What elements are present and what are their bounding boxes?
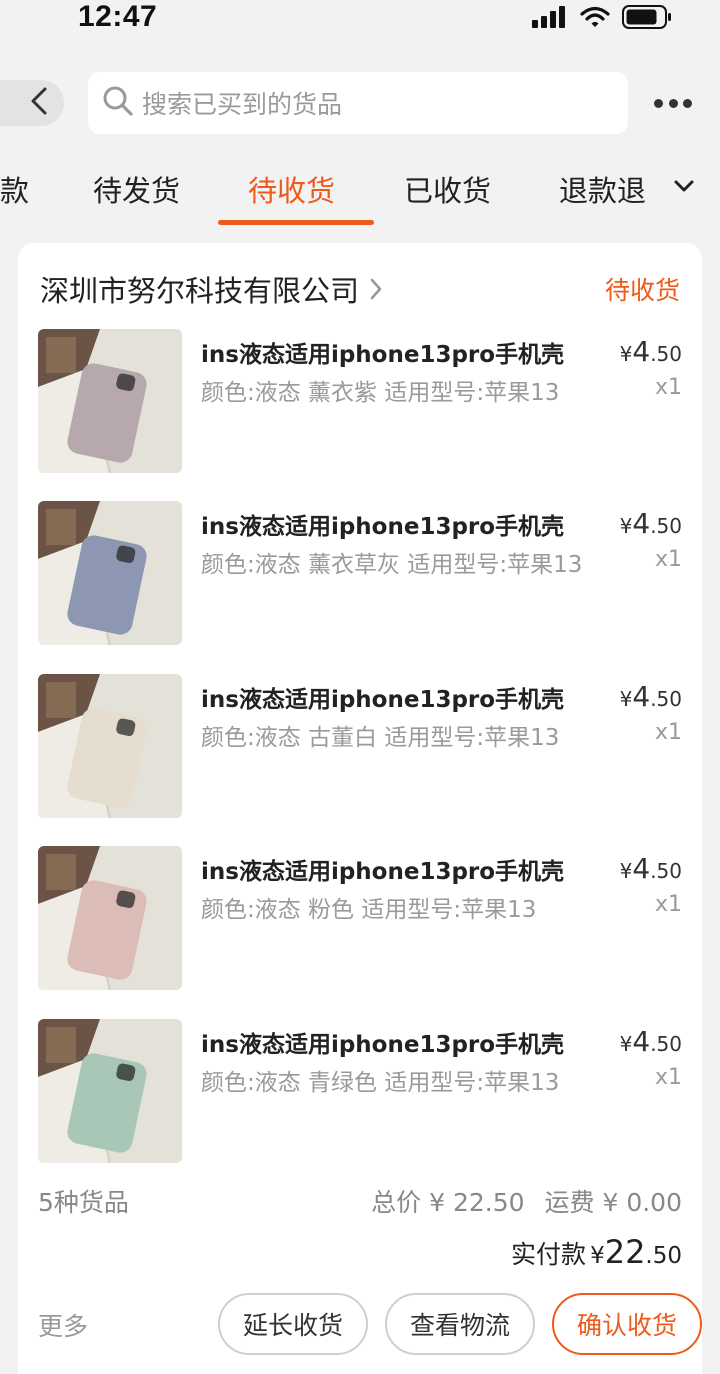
- item-spec: 颜色:液态 薰衣紫 适用型号:苹果13: [201, 380, 560, 406]
- item-price: ¥4.50: [620, 852, 682, 885]
- item-quantity: x1: [654, 375, 682, 400]
- item-quantity: x1: [654, 547, 682, 572]
- price-decimal: .50: [650, 514, 682, 538]
- order-status: 待收货: [604, 276, 680, 305]
- product-thumbnail[interactable]: [38, 501, 182, 645]
- shop-name[interactable]: 深圳市努尔科技有限公司: [40, 268, 359, 310]
- tab-pending-shipment[interactable]: 待发货: [93, 168, 180, 210]
- price-decimal: .50: [650, 1032, 682, 1056]
- paid-integer: 22: [604, 1233, 646, 1271]
- price-symbol: ¥: [619, 342, 633, 366]
- item-spec: 颜色:液态 薰衣草灰 适用型号:苹果13: [201, 552, 583, 578]
- battery-icon: [622, 5, 672, 33]
- product-thumbnail[interactable]: [38, 329, 182, 473]
- price-symbol: ¥: [619, 1032, 633, 1056]
- price-symbol: ¥: [619, 687, 633, 711]
- header: 搜索已买到的货品: [0, 68, 720, 138]
- item-title[interactable]: ins液态适用iphone13pro手机壳: [201, 507, 581, 541]
- total-price: 总价 ¥ 22.50: [371, 1188, 525, 1217]
- search-placeholder: 搜索已买到的货品: [142, 90, 343, 119]
- paid-decimal: .50: [645, 1243, 682, 1269]
- item-count: 5种货品: [38, 1188, 129, 1217]
- price-decimal: .50: [650, 342, 682, 366]
- list-item[interactable]: ins液态适用iphone13pro手机壳颜色:液态 青绿色 适用型号:苹果13…: [38, 1019, 682, 1163]
- item-spec: 颜色:液态 古董白 适用型号:苹果13: [201, 725, 560, 751]
- view-logistics-button[interactable]: 查看物流: [385, 1293, 535, 1355]
- item-title[interactable]: ins液态适用iphone13pro手机壳: [201, 852, 581, 886]
- shop-header[interactable]: 深圳市努尔科技有限公司 待收货: [40, 269, 680, 309]
- item-price: ¥4.50: [620, 335, 682, 368]
- status-time: 12:47: [78, 0, 158, 33]
- price-symbol: ¥: [619, 859, 633, 883]
- tab-refund[interactable]: 退款退: [559, 168, 646, 210]
- chevron-right-icon: [369, 277, 383, 301]
- tab-pending-receipt[interactable]: 待收货: [248, 168, 335, 210]
- paid-label: 实付款: [511, 1240, 587, 1269]
- product-thumbnail[interactable]: [38, 846, 182, 990]
- item-title[interactable]: ins液态适用iphone13pro手机壳: [201, 335, 581, 369]
- chevron-down-icon[interactable]: [672, 174, 696, 198]
- search-input[interactable]: 搜索已买到的货品: [88, 72, 628, 134]
- wifi-icon: [580, 6, 610, 32]
- price-integer: 4: [632, 335, 651, 368]
- item-price: ¥4.50: [620, 680, 682, 713]
- price-decimal: .50: [650, 859, 682, 883]
- back-button[interactable]: [0, 80, 64, 126]
- price-integer: 4: [632, 680, 651, 713]
- item-title[interactable]: ins液态适用iphone13pro手机壳: [201, 680, 581, 714]
- search-icon: [102, 85, 134, 121]
- status-bar: 12:47: [0, 0, 720, 50]
- list-item[interactable]: ins液态适用iphone13pro手机壳颜色:液态 粉色 适用型号:苹果13 ¥…: [38, 846, 682, 990]
- item-price: ¥4.50: [620, 1025, 682, 1058]
- item-spec: 颜色:液态 青绿色 适用型号:苹果13: [201, 1070, 560, 1096]
- order-summary: 5种货品 总价 ¥ 22.50 运费 ¥ 0.00: [38, 1183, 682, 1217]
- price-decimal: .50: [650, 687, 682, 711]
- price-integer: 4: [632, 852, 651, 885]
- item-quantity: x1: [654, 1065, 682, 1090]
- order-card: 深圳市努尔科技有限公司 待收货 ins液态适用iphone13pro手机壳颜色:…: [18, 243, 702, 1374]
- status-icons: [532, 5, 672, 33]
- paid-symbol: ¥: [590, 1243, 605, 1269]
- extend-receipt-button[interactable]: 延长收货: [218, 1293, 368, 1355]
- product-thumbnail[interactable]: [38, 1019, 182, 1163]
- item-spec: 颜色:液态 粉色 适用型号:苹果13: [201, 897, 537, 923]
- signal-icon: [532, 6, 568, 32]
- back-arrow-icon: [30, 87, 48, 119]
- product-thumbnail[interactable]: [38, 674, 182, 818]
- list-item[interactable]: ins液态适用iphone13pro手机壳颜色:液态 薰衣紫 适用型号:苹果13…: [38, 329, 682, 473]
- tab-refund-partial[interactable]: 款: [0, 168, 29, 210]
- price-symbol: ¥: [619, 514, 633, 538]
- active-tab-indicator: [218, 220, 374, 225]
- item-quantity: x1: [654, 892, 682, 917]
- confirm-receipt-button[interactable]: 确认收货: [552, 1293, 702, 1355]
- order-actions: 更多 延长收货 查看物流 确认收货: [38, 1293, 702, 1355]
- item-title[interactable]: ins液态适用iphone13pro手机壳: [201, 1025, 581, 1059]
- paid-amount: 实付款 ¥22.50: [511, 1233, 682, 1273]
- price-integer: 4: [632, 1025, 651, 1058]
- item-quantity: x1: [654, 720, 682, 745]
- list-item[interactable]: ins液态适用iphone13pro手机壳颜色:液态 古董白 适用型号:苹果13…: [38, 674, 682, 818]
- more-actions-link[interactable]: 更多: [38, 1307, 88, 1343]
- list-item[interactable]: ins液态适用iphone13pro手机壳颜色:液态 薰衣草灰 适用型号:苹果1…: [38, 501, 682, 645]
- tab-received[interactable]: 已收货: [404, 168, 491, 210]
- order-tabs: 款 待发货 待收货 已收货 退款退: [0, 150, 720, 230]
- item-price: ¥4.50: [620, 507, 682, 540]
- shipping-fee: 运费 ¥ 0.00: [544, 1188, 682, 1217]
- price-integer: 4: [632, 507, 651, 540]
- more-icon[interactable]: [654, 92, 692, 114]
- totals: 总价 ¥ 22.50 运费 ¥ 0.00: [371, 1183, 682, 1219]
